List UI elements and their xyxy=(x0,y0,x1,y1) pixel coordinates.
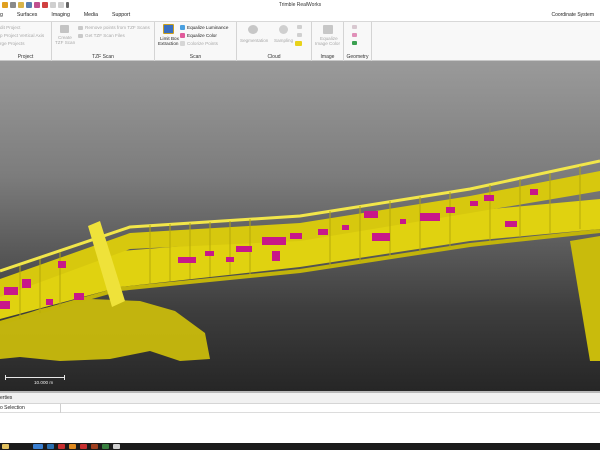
equalize-image-color-line2: Image Color xyxy=(315,41,341,46)
group-label-image: Image xyxy=(320,54,335,60)
equalize-luminance-icon xyxy=(180,25,185,30)
colorize-points-icon xyxy=(180,41,185,46)
remove-points-button[interactable]: Remove points from TZF Scans xyxy=(85,25,150,30)
window-title: Trimble RealWorks xyxy=(278,2,322,8)
group-label-scan: Scan xyxy=(189,54,202,60)
taskbar-app-8-icon[interactable] xyxy=(113,444,120,449)
sampling-icon xyxy=(279,25,288,34)
tab-g[interactable]: g xyxy=(0,10,10,21)
taskbar xyxy=(0,443,600,450)
taskbar-app-4-icon[interactable] xyxy=(69,444,76,449)
limit-box-icon xyxy=(163,24,174,34)
geometry-tool-2-icon[interactable] xyxy=(352,33,357,37)
group-label-geometry: Geometry xyxy=(346,54,369,60)
taskbar-app-3-icon[interactable] xyxy=(58,444,65,449)
column-divider[interactable] xyxy=(60,404,61,413)
equalize-color-button[interactable]: Equalize Color xyxy=(187,33,217,38)
start-icon[interactable] xyxy=(2,444,9,449)
sampling-button[interactable]: Sampling xyxy=(274,38,293,43)
geometry-tool-1-icon[interactable] xyxy=(352,25,357,29)
taskbar-app-2-icon[interactable] xyxy=(47,444,54,449)
3d-viewport[interactable]: 10.000 m xyxy=(0,61,600,391)
group-label-cloud: Cloud xyxy=(267,54,281,60)
cloud-tool-1-icon xyxy=(297,25,302,29)
taskbar-app-1-icon[interactable] xyxy=(33,444,43,449)
cloud-tool-2-icon xyxy=(297,33,302,37)
app-window: Trimble RealWorks g Surfaces Imaging Med… xyxy=(0,0,600,450)
geometry-tool-3-icon[interactable] xyxy=(352,41,357,45)
limit-box-extraction-line2: Extraction xyxy=(158,41,179,46)
point-cloud-ramp xyxy=(570,236,600,361)
get-tzf-icon xyxy=(78,34,83,38)
properties-title: erties xyxy=(0,393,600,404)
group-label-tzf-scan: TZF Scan xyxy=(92,54,114,60)
project-vertical-axis-button[interactable]: p Project Vertical Axis xyxy=(0,33,44,38)
scale-bar-label: 10.000 m xyxy=(34,380,54,385)
group-tzf-scan: Create TZF Scan Remove points from TZF S… xyxy=(52,22,155,61)
tab-media[interactable]: Media xyxy=(77,10,105,21)
equalize-color-icon xyxy=(180,33,185,38)
tab-support[interactable]: Support xyxy=(105,10,137,21)
point-cloud-render xyxy=(0,159,600,361)
title-bar: Trimble RealWorks xyxy=(0,0,600,10)
group-scan: Limit Box Extraction Equalize Luminance … xyxy=(155,22,237,61)
get-tzf-scan-files-button[interactable]: Get TZF Scan Files xyxy=(85,33,125,38)
group-geometry: Geometry xyxy=(344,22,372,61)
remove-points-icon xyxy=(78,26,83,30)
colorize-points-button[interactable]: Colorize Points xyxy=(187,41,218,46)
properties-column-header: o Selection xyxy=(0,404,600,413)
group-label-project: Project xyxy=(17,54,34,60)
properties-selection-label: o Selection xyxy=(0,405,25,411)
equalize-luminance-button[interactable]: Equalize Luminance xyxy=(187,25,228,30)
cloud-color-icon[interactable] xyxy=(295,41,302,46)
taskbar-app-6-icon[interactable] xyxy=(91,444,98,449)
create-tzf-scan-icon xyxy=(60,25,69,33)
properties-panel: erties o Selection xyxy=(0,391,600,443)
menu-tabs: g Surfaces Imaging Media Support Coordin… xyxy=(0,10,600,21)
equalize-image-color-icon xyxy=(323,25,333,34)
taskbar-app-5-icon[interactable] xyxy=(80,444,87,449)
merge-projects-button[interactable]: rge Projects xyxy=(0,41,25,46)
tab-imaging[interactable]: Imaging xyxy=(44,10,76,21)
group-image: Equalize Image Color Image xyxy=(312,22,344,61)
segmentation-icon xyxy=(248,25,258,34)
taskbar-app-7-icon[interactable] xyxy=(102,444,109,449)
create-tzf-scan-line2: TZF Scan xyxy=(55,40,76,45)
group-cloud: Segmentation Sampling Cloud xyxy=(237,22,312,61)
tab-surfaces[interactable]: Surfaces xyxy=(10,10,44,21)
edit-project-button[interactable]: dit Project xyxy=(0,25,20,30)
coordinate-system-label[interactable]: Coordinate System xyxy=(551,12,594,18)
segmentation-button[interactable]: Segmentation xyxy=(240,38,268,43)
ribbon: dit Project p Project Vertical Axis rge … xyxy=(0,21,600,61)
group-project: dit Project p Project Vertical Axis rge … xyxy=(0,22,52,61)
